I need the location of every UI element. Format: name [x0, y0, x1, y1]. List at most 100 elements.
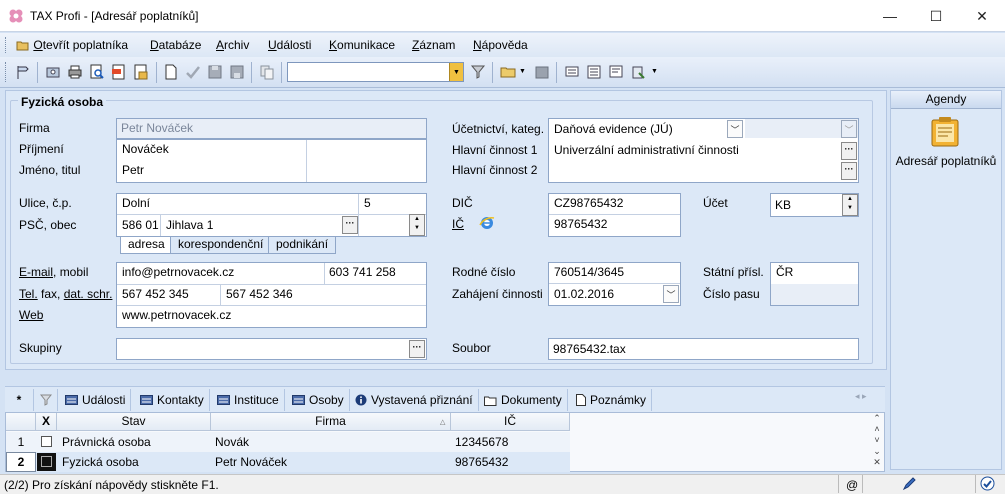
tab-poznamky[interactable]: Poznámky [571, 389, 653, 411]
mobil-input[interactable]: 603 741 258 [325, 265, 396, 279]
jmeno-input[interactable]: Petr [118, 163, 144, 177]
ucetnictvi-dropdown-icon[interactable]: ﹀ [727, 120, 743, 138]
notes-icon[interactable] [607, 63, 625, 81]
label-zahajeni: Zahájení činnosti [452, 287, 543, 301]
row-number: 1 [17, 435, 25, 449]
tel-input[interactable]: 567 452 345 [118, 287, 189, 301]
menu-item-napoveda[interactable]: Nápověda [473, 38, 528, 52]
tab-new[interactable]: * [5, 389, 34, 411]
minimize-button[interactable]: — [867, 0, 913, 32]
hlavni1-value[interactable]: Univerzální administrativní činnosti [550, 143, 739, 157]
web-input[interactable]: www.petrnovacek.cz [118, 308, 231, 322]
tab-adresa[interactable]: adresa [120, 237, 173, 254]
copy-icon[interactable] [258, 63, 276, 81]
ucet-spin-button[interactable]: ▲ ▼ [842, 194, 858, 216]
toolbar-combo[interactable]: ▼ [287, 62, 464, 82]
tab-instituce[interactable]: Instituce [212, 389, 285, 411]
folder-icon[interactable] [499, 63, 517, 81]
address-book-icon[interactable] [928, 115, 962, 149]
obec-ellipsis-button[interactable]: ··· [342, 216, 358, 234]
tab-podnikani[interactable]: podnikání [268, 237, 337, 254]
grid-nav-scroller[interactable]: ⌃ ˄ ˅ ⌄ ✕ [870, 413, 884, 471]
print-preview-icon[interactable] [88, 63, 106, 81]
psc-input[interactable]: 586 01 [118, 218, 159, 232]
email-input[interactable]: info@petrnovacek.cz [118, 265, 234, 279]
internet-explorer-icon[interactable] [479, 215, 495, 231]
web-link[interactable]: Web [19, 308, 43, 322]
ulice-input[interactable]: Dolní [118, 196, 150, 210]
zahajeni-input[interactable]: 01.02.2016 [550, 287, 614, 301]
export-icon[interactable] [110, 63, 128, 81]
report-icon[interactable] [132, 63, 150, 81]
zahajeni-dropdown-icon[interactable]: ﹀ [663, 285, 679, 303]
tools-icon[interactable] [44, 63, 62, 81]
datschr-link[interactable]: dat. schr. [64, 287, 113, 301]
maximize-button[interactable]: ☐ [913, 0, 959, 32]
soubor-value: 98765432.tax [553, 342, 626, 356]
ic-link[interactable]: IČ [452, 217, 464, 231]
new-document-icon[interactable] [162, 63, 180, 81]
save-all-icon[interactable] [228, 63, 246, 81]
name-divider [306, 140, 307, 182]
menu-item-archiv[interactable]: Archiv [216, 38, 249, 52]
tel-link[interactable]: Tel. [19, 287, 38, 301]
address-divider-h [117, 214, 426, 215]
tab-udalosti[interactable]: Události [60, 389, 132, 411]
skupiny-input[interactable] [116, 338, 427, 360]
tab-filter[interactable] [34, 389, 58, 411]
grid-header-ic[interactable]: IČ [451, 413, 570, 431]
folder-dropdown-icon[interactable]: ▼ [519, 68, 526, 75]
tab-osoby[interactable]: Osoby [287, 389, 350, 411]
statni-input[interactable]: ČR [772, 265, 793, 279]
tab-vystavena-priznani[interactable]: Vystavená přiznání [350, 389, 479, 411]
cp-input[interactable]: 5 [360, 196, 371, 210]
combo-dropdown-icon[interactable]: ▼ [449, 63, 463, 81]
wizard-icon[interactable] [629, 63, 647, 81]
menu-label-rest: tevřít poplatníka [42, 38, 129, 52]
grid-header-firma[interactable]: Firma [211, 413, 451, 431]
skupiny-ellipsis-button[interactable]: ··· [409, 340, 425, 358]
ic-input[interactable]: 98765432 [550, 217, 607, 231]
grid-header-stav[interactable]: Stav [57, 413, 211, 431]
menu-item-zaznam[interactable]: Záznam [412, 38, 455, 52]
print-icon[interactable] [66, 63, 84, 81]
save-icon[interactable] [206, 63, 224, 81]
tab-dokumenty[interactable]: Dokumenty [479, 389, 568, 411]
dic-input[interactable]: CZ98765432 [550, 196, 623, 210]
agendy-item-label[interactable]: Adresář poplatníků [893, 154, 999, 168]
obec-input[interactable]: Jihlava 1 [162, 218, 213, 232]
wizard-dropdown-icon[interactable]: ▼ [651, 68, 658, 75]
list-icon[interactable] [585, 63, 603, 81]
message-icon[interactable] [563, 63, 581, 81]
toolbar-separator [156, 62, 157, 83]
grid-header-x[interactable]: X [36, 413, 57, 431]
row-checkbox[interactable] [41, 436, 52, 447]
cislopasu-input[interactable] [771, 284, 858, 305]
fax-input[interactable]: 567 452 346 [222, 287, 293, 301]
signpost-icon[interactable] [14, 63, 32, 81]
menu-item-otevrit[interactable]: Otevřít poplatníka [16, 38, 128, 52]
menu-item-komunikace[interactable]: Komunikace [329, 38, 395, 52]
soubor-input[interactable]: 98765432.tax [548, 338, 859, 360]
tab-kontakty[interactable]: Kontakty [135, 389, 210, 411]
filter-icon[interactable] [469, 63, 487, 81]
email-link[interactable]: E-mail [19, 265, 53, 279]
check-circle-icon[interactable] [980, 476, 995, 491]
menu-underline-letter: O [33, 38, 43, 52]
archive-icon[interactable] [533, 63, 551, 81]
menu-item-databaze[interactable]: Databáze [150, 38, 201, 52]
status-separator [862, 475, 863, 493]
tab-korespondencni[interactable]: korespondenční [170, 237, 272, 254]
confirm-check-icon[interactable] [184, 63, 202, 81]
sort-asc-icon: △ [440, 419, 446, 426]
menu-item-udalosti[interactable]: Události [268, 38, 311, 52]
rodne-input[interactable]: 760514/3645 [550, 265, 624, 279]
tab-scroll-arrows-icon[interactable]: ◂ ▸ [855, 391, 867, 402]
hlavni1-ellipsis-button[interactable]: ··· [841, 142, 857, 160]
prijmeni-input[interactable]: Nováček [118, 142, 169, 156]
hlavni2-ellipsis-button[interactable]: ··· [841, 162, 857, 180]
pen-icon[interactable] [902, 477, 916, 491]
close-button[interactable]: ✕ [959, 0, 1005, 32]
ucetnictvi-value[interactable]: Daňová evidence (JÚ) [550, 122, 673, 136]
address-spin-button[interactable]: ▲ ▼ [409, 214, 425, 236]
